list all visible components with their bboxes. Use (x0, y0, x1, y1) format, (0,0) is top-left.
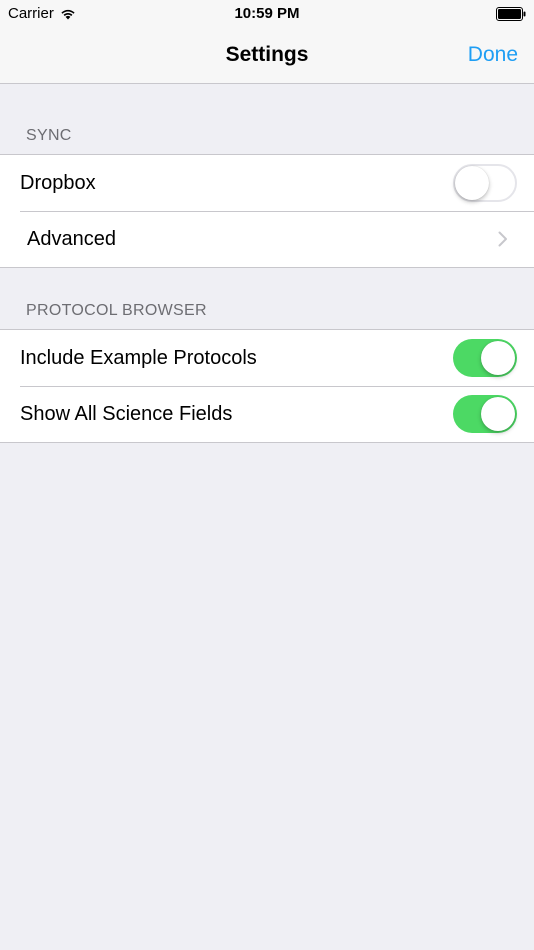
switch-knob (455, 166, 489, 200)
switch-knob (481, 397, 515, 431)
sync-group: Dropbox Advanced (0, 154, 534, 268)
dropbox-label: Dropbox (20, 172, 96, 194)
done-button[interactable]: Done (468, 42, 518, 68)
section-header-protocol-browser: PROTOCOL BROWSER (26, 302, 207, 319)
chevron-right-icon (498, 231, 507, 247)
include-example-protocols-label: Include Example Protocols (20, 347, 257, 369)
show-all-science-fields-switch[interactable] (453, 395, 517, 433)
protocol-browser-group: Include Example Protocols Show All Scien… (0, 329, 534, 443)
show-all-science-fields-label: Show All Science Fields (20, 403, 233, 425)
status-time: 10:59 PM (234, 5, 300, 22)
status-bar: Carrier 10:59 PM (0, 0, 534, 28)
include-example-protocols-row: Include Example Protocols (0, 330, 534, 386)
section-header-sync: SYNC (26, 127, 72, 144)
page-title: Settings (225, 43, 309, 66)
switch-knob (481, 341, 515, 375)
show-all-science-fields-row: Show All Science Fields (0, 386, 534, 442)
advanced-label: Advanced (27, 228, 116, 250)
top-bar: Carrier 10:59 PM Settings Done (0, 0, 534, 84)
dropbox-row: Dropbox (0, 155, 534, 211)
battery-icon (496, 7, 526, 21)
navigation-bar: Settings Done (0, 28, 534, 83)
include-example-protocols-switch[interactable] (453, 339, 517, 377)
advanced-row[interactable]: Advanced (0, 211, 534, 267)
dropbox-switch[interactable] (453, 164, 517, 202)
